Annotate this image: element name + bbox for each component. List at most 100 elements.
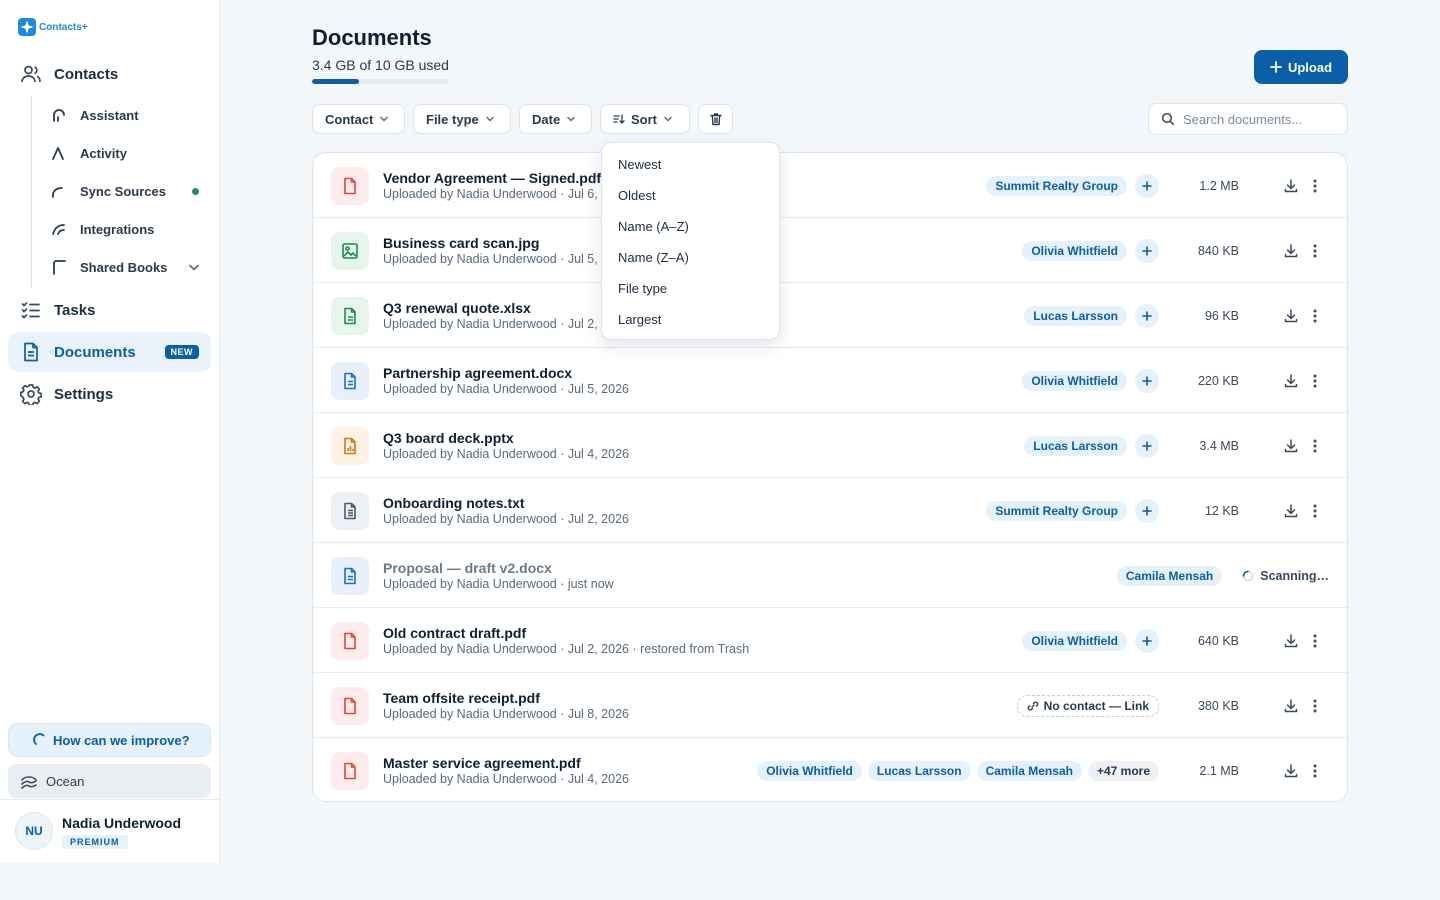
document-name[interactable]: Vendor Agreement — Signed.pdf <box>383 170 601 186</box>
nav-settings[interactable]: Settings <box>8 374 211 414</box>
sort-option[interactable]: File type <box>602 273 779 304</box>
nav-assistant[interactable]: Assistant <box>50 100 210 130</box>
users-icon <box>20 63 42 85</box>
document-actions: Camila Mensah Scanning… <box>1116 543 1347 608</box>
more-options-button[interactable] <box>1299 699 1331 713</box>
nav-sync-sources[interactable]: Sync Sources <box>50 176 210 206</box>
more-options-button[interactable] <box>1299 764 1331 778</box>
more-options-button[interactable] <box>1299 634 1331 648</box>
contact-tag[interactable]: Camila Mensah <box>1116 565 1223 586</box>
theme-selector[interactable]: Ocean <box>8 764 211 798</box>
download-icon <box>1283 503 1299 519</box>
document-row[interactable]: Onboarding notes.txt Uploaded by Nadia Un… <box>313 478 1347 543</box>
more-options-button[interactable] <box>1299 374 1331 388</box>
download-button[interactable] <box>1239 633 1299 649</box>
contact-tag[interactable]: Summit Realty Group <box>986 175 1127 196</box>
more-options-button[interactable] <box>1299 179 1331 193</box>
more-options-button[interactable] <box>1299 244 1331 258</box>
download-button[interactable] <box>1239 308 1299 324</box>
document-row[interactable]: Q3 board deck.pptx Uploaded by Nadia Unde… <box>313 413 1347 478</box>
more-options-button[interactable] <box>1299 439 1331 453</box>
sort-option[interactable]: Oldest <box>602 180 779 211</box>
nav-integrations[interactable]: Integrations <box>50 214 210 244</box>
scanning-label: Scanning… <box>1260 568 1329 583</box>
feedback-button[interactable]: How can we improve? <box>8 723 211 757</box>
sort-option[interactable]: Largest <box>602 304 779 335</box>
contact-tag[interactable]: Olivia Whitfield <box>757 760 862 781</box>
contact-tag[interactable]: Lucas Larsson <box>1024 435 1127 456</box>
document-name[interactable]: Partnership agreement.docx <box>383 365 572 381</box>
document-row[interactable]: Team offsite receipt.pdf Uploaded by Nadi… <box>313 673 1347 738</box>
nav-shared-books[interactable]: Shared Books <box>50 252 210 282</box>
trash-button[interactable] <box>698 104 733 134</box>
file-size: 380 KB <box>1197 698 1239 713</box>
document-row[interactable]: Partnership agreement.docx Uploaded by Na… <box>313 348 1347 413</box>
document-name[interactable]: Q3 renewal quote.xlsx <box>383 300 531 316</box>
add-contact-button[interactable] <box>1135 368 1159 393</box>
plus-icon <box>1142 310 1152 321</box>
link-contact-button[interactable]: No contact — Link <box>1016 694 1159 717</box>
contact-tag[interactable]: Olivia Whitfield <box>1022 630 1127 651</box>
document-name[interactable]: Team offsite receipt.pdf <box>383 690 540 706</box>
download-button[interactable] <box>1239 243 1299 259</box>
add-contact-button[interactable] <box>1135 498 1159 523</box>
more-options-button[interactable] <box>1299 309 1331 323</box>
contact-tag[interactable]: Lucas Larsson <box>867 760 971 781</box>
add-contact-button[interactable] <box>1135 433 1159 458</box>
nav-integrations-label: Integrations <box>80 221 155 237</box>
document-name[interactable]: Proposal — draft v2.docx <box>383 560 552 576</box>
filter-date-label: Date <box>532 111 561 127</box>
document-meta: Uploaded by Nadia Underwood · Jul 4, 202… <box>383 772 629 786</box>
filter-contact[interactable]: Contact <box>312 104 405 134</box>
search-input[interactable] <box>1183 111 1333 127</box>
upload-button[interactable]: Upload <box>1254 50 1348 84</box>
document-row[interactable]: Vendor Agreement — Signed.pdf Uploaded by… <box>313 153 1347 218</box>
download-button[interactable] <box>1239 763 1299 779</box>
contact-tags: No contact — Link <box>1016 694 1159 717</box>
plus-icon <box>1142 375 1152 386</box>
avatar[interactable]: NU <box>15 812 53 850</box>
contact-tag[interactable]: Lucas Larsson <box>1024 305 1127 326</box>
chevron-down-icon[interactable] <box>187 260 201 274</box>
download-button[interactable] <box>1239 503 1299 519</box>
nav-documents[interactable]: Documents NEW <box>8 332 211 372</box>
storage-progress-bar <box>312 79 449 84</box>
document-name[interactable]: Onboarding notes.txt <box>383 495 525 511</box>
contact-tag[interactable]: Olivia Whitfield <box>1022 240 1127 261</box>
document-row[interactable]: Business card scan.jpg Uploaded by Nadia … <box>313 218 1347 283</box>
contact-tag[interactable]: Summit Realty Group <box>986 500 1127 521</box>
contact-tag[interactable]: Camila Mensah <box>976 760 1082 781</box>
sort-option[interactable]: Newest <box>602 149 779 180</box>
contact-tag[interactable]: Olivia Whitfield <box>1022 370 1127 391</box>
download-button[interactable] <box>1239 438 1299 454</box>
sort-option[interactable]: Name (Z–A) <box>602 242 779 273</box>
download-button[interactable] <box>1239 698 1299 714</box>
feedback-label: How can we improve? <box>53 732 190 748</box>
document-row[interactable]: Master service agreement.pdf Uploaded by … <box>313 738 1347 801</box>
more-contacts-tag[interactable]: +47 more <box>1087 760 1159 781</box>
download-button[interactable] <box>1239 178 1299 194</box>
filter-file-type[interactable]: File type <box>413 104 511 134</box>
filter-date[interactable]: Date <box>519 104 592 134</box>
document-name[interactable]: Q3 board deck.pptx <box>383 430 514 446</box>
subnav-divider <box>31 96 32 288</box>
file-size: 3.4 MB <box>1199 438 1239 453</box>
document-name[interactable]: Old contract draft.pdf <box>383 625 526 641</box>
document-row[interactable]: Old contract draft.pdf Uploaded by Nadia … <box>313 608 1347 673</box>
more-options-button[interactable] <box>1299 504 1331 518</box>
add-contact-button[interactable] <box>1135 238 1159 263</box>
download-button[interactable] <box>1239 373 1299 389</box>
nav-tasks[interactable]: Tasks <box>8 290 211 330</box>
add-contact-button[interactable] <box>1135 173 1159 198</box>
app-logo[interactable]: Contacts+ <box>18 18 88 36</box>
sort-button[interactable]: Sort <box>600 104 690 134</box>
nav-activity[interactable]: Activity <box>50 138 210 168</box>
add-contact-button[interactable] <box>1135 303 1159 328</box>
document-row[interactable]: Proposal — draft v2.docx Uploaded by Nadi… <box>313 543 1347 608</box>
nav-contacts[interactable]: Contacts <box>8 54 211 94</box>
sort-option[interactable]: Name (A–Z) <box>602 211 779 242</box>
document-name[interactable]: Master service agreement.pdf <box>383 755 581 771</box>
add-contact-button[interactable] <box>1135 628 1159 653</box>
document-name[interactable]: Business card scan.jpg <box>383 235 539 251</box>
document-row[interactable]: Q3 renewal quote.xlsx Uploaded by Nadia U… <box>313 283 1347 348</box>
